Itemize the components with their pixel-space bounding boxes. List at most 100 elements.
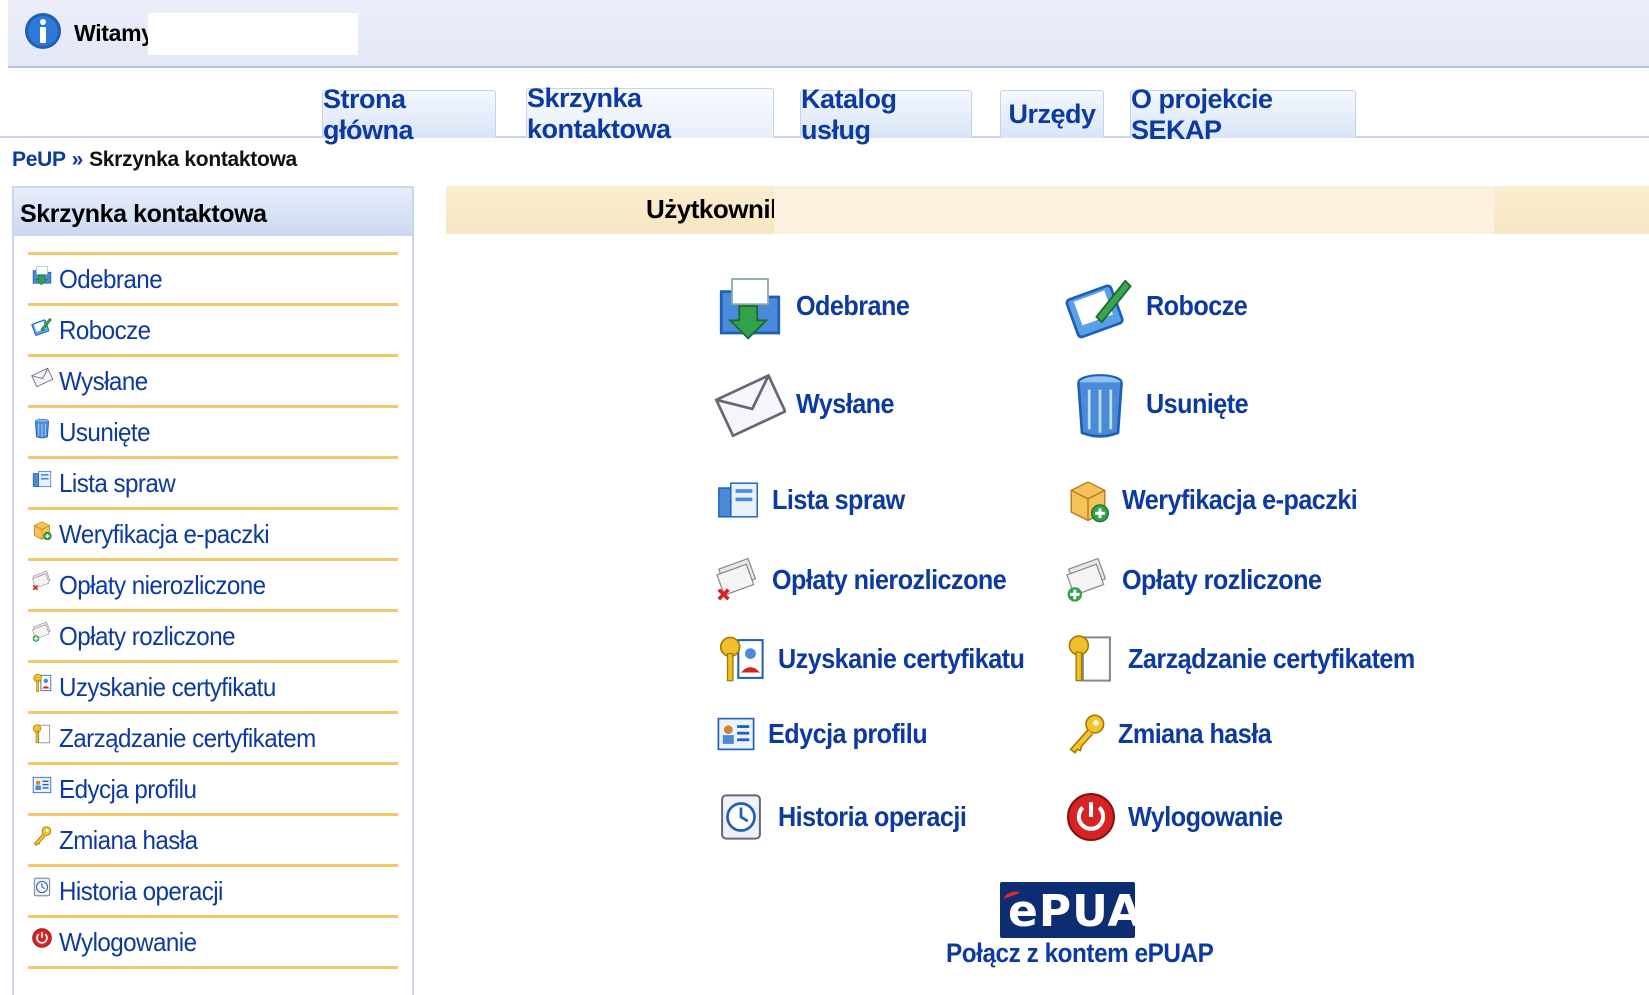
breadcrumb-current: Skrzynka kontaktowa <box>89 148 297 171</box>
settled-fees-icon <box>1064 556 1112 604</box>
clock-icon <box>714 790 768 844</box>
draft-icon <box>1064 270 1136 342</box>
sidebar-item-label: Edycja profilu <box>59 773 197 804</box>
main-item[interactable]: Edycja profilu <box>714 712 945 756</box>
main-item-label: Wylogowanie <box>1128 801 1283 832</box>
unsettled-fees-icon <box>714 556 762 604</box>
main-item-label: Odebrane <box>796 290 910 321</box>
tab-strona-glowna[interactable]: Strona główna <box>322 84 496 145</box>
main-item-label: Robocze <box>1146 290 1248 321</box>
certificate-manage-icon <box>1064 632 1118 686</box>
profile-icon <box>714 712 758 756</box>
trash-icon <box>31 417 53 439</box>
logout-icon <box>1064 790 1118 844</box>
sent-envelope-icon <box>714 368 788 440</box>
main-item[interactable]: Uzyskanie certyfikatu <box>714 632 1052 686</box>
main-item[interactable]: Wylogowanie <box>1064 790 1300 844</box>
sidebar-item-label: Opłaty nierozliczone <box>59 569 266 600</box>
certificate-obtain-icon <box>31 672 53 694</box>
sidebar-item[interactable]: Odebrane <box>28 255 398 306</box>
tab-skrzynka-kontaktowa[interactable]: Skrzynka kontaktowa <box>526 83 774 144</box>
settled-fees-icon <box>31 621 53 643</box>
sidebar-item[interactable]: Usunięte <box>28 408 398 459</box>
sidebar-item[interactable]: Historia operacji <box>28 867 398 918</box>
sidebar-item[interactable]: Zarządzanie certyfikatem <box>28 714 398 765</box>
main-tabs: Strona główna Skrzynka kontaktowa Katalo… <box>0 83 1649 145</box>
sidebar-item-label: Lista spraw <box>59 467 176 498</box>
sidebar-item-label: Odebrane <box>59 263 163 294</box>
sidebar-item-label: Robocze <box>59 314 151 345</box>
breadcrumb: PeUP» Skrzynka kontaktowa <box>12 148 297 172</box>
sidebar-item[interactable]: Uzyskanie certyfikatu <box>28 663 398 714</box>
sidebar-item[interactable]: Weryfikacja e-paczki <box>28 510 398 561</box>
tab-urzedy[interactable]: Urzędy <box>1000 90 1104 138</box>
main-item[interactable]: Wysłane <box>714 368 905 440</box>
user-value-field <box>774 186 1494 234</box>
sidebar-item[interactable]: Robocze <box>28 306 398 357</box>
epuap-logo[interactable]: ePUAP <box>1000 882 1175 938</box>
welcome-bar: Witamy, <box>8 0 1649 68</box>
epuap-logo-text: ePUAP <box>1008 886 1176 937</box>
sidebar-item[interactable]: Zmiana hasła <box>28 816 398 867</box>
main-item[interactable]: Historia operacji <box>714 790 987 844</box>
user-bar: Użytkownik: <box>446 186 1649 234</box>
epuap-connect-link[interactable]: Połącz z kontem ePUAP <box>946 938 1214 969</box>
main-item-label: Weryfikacja e-paczki <box>1122 484 1358 515</box>
tab-o-projekcie[interactable]: O projekcie SEKAP <box>1130 84 1356 145</box>
inbox-icon <box>714 270 786 342</box>
sidebar-item[interactable]: Opłaty nierozliczone <box>28 561 398 612</box>
main-item[interactable]: Zarządzanie certyfikatem <box>1064 632 1447 686</box>
package-icon <box>31 519 53 541</box>
key-icon <box>1064 712 1108 756</box>
sidebar-item-label: Zmiana hasła <box>59 824 198 855</box>
key-icon <box>31 825 53 847</box>
user-label: Użytkownik: <box>646 194 793 224</box>
sidebar-item-label: Zarządzanie certyfikatem <box>59 722 316 753</box>
main-item[interactable]: Odebrane <box>714 270 922 342</box>
sidebar-item[interactable]: Edycja profilu <box>28 765 398 816</box>
breadcrumb-home-link[interactable]: PeUP <box>12 148 66 171</box>
draft-icon <box>31 315 53 337</box>
main-item[interactable]: Weryfikacja e-paczki <box>1064 476 1383 524</box>
sidebar-item[interactable]: Wylogowanie <box>28 918 398 969</box>
tab-katalog-uslug[interactable]: Katalog usług <box>800 84 972 145</box>
sidebar-menu: Odebrane Robocze Wysłane Usunięte Lista spra… <box>28 252 398 969</box>
sidebar-item[interactable]: Lista spraw <box>28 459 398 510</box>
sent-envelope-icon <box>31 366 54 388</box>
main-item-label: Opłaty nierozliczone <box>772 564 1007 595</box>
certificate-obtain-icon <box>714 632 768 686</box>
logout-icon <box>31 927 53 949</box>
package-icon <box>1064 476 1112 524</box>
main-item[interactable]: Opłaty nierozliczone <box>714 556 1032 604</box>
sidebar-item-label: Historia operacji <box>59 875 223 906</box>
unsettled-fees-icon <box>31 570 53 592</box>
profile-icon <box>31 774 53 796</box>
sidebar-item-label: Opłaty rozliczone <box>59 620 236 651</box>
main-item-label: Zmiana hasła <box>1118 718 1272 749</box>
sidebar-item-label: Weryfikacja e-paczki <box>59 518 270 549</box>
main-item-label: Wysłane <box>796 388 895 419</box>
trash-icon <box>1064 368 1136 440</box>
main-item[interactable]: Usunięte <box>1064 368 1259 440</box>
main-item-label: Edycja profilu <box>768 718 928 749</box>
main-item[interactable]: Opłaty rozliczone <box>1064 556 1344 604</box>
sidebar-item-label: Wylogowanie <box>59 926 197 957</box>
main-item-label: Lista spraw <box>772 484 905 515</box>
sidebar-item[interactable]: Opłaty rozliczone <box>28 612 398 663</box>
sidebar-item-label: Wysłane <box>59 365 148 396</box>
main-item[interactable]: Robocze <box>1064 270 1258 342</box>
sidebar-title: Skrzynka kontaktowa <box>14 188 412 236</box>
case-list-icon <box>714 476 762 524</box>
welcome-text: Witamy, <box>74 20 159 46</box>
main-item-label: Usunięte <box>1146 388 1249 419</box>
inbox-icon <box>31 264 53 286</box>
info-icon <box>25 13 61 49</box>
main-item-label: Uzyskanie certyfikatu <box>778 643 1025 674</box>
main-item[interactable]: Zmiana hasła <box>1064 712 1288 756</box>
sidebar: Skrzynka kontaktowa Odebrane Robocze Wysła… <box>12 186 414 995</box>
main-item[interactable]: Lista spraw <box>714 476 919 524</box>
main-item-label: Zarządzanie certyfikatem <box>1128 643 1415 674</box>
username-field <box>148 13 358 55</box>
sidebar-item[interactable]: Wysłane <box>28 357 398 408</box>
sidebar-item-label: Uzyskanie certyfikatu <box>59 671 276 702</box>
